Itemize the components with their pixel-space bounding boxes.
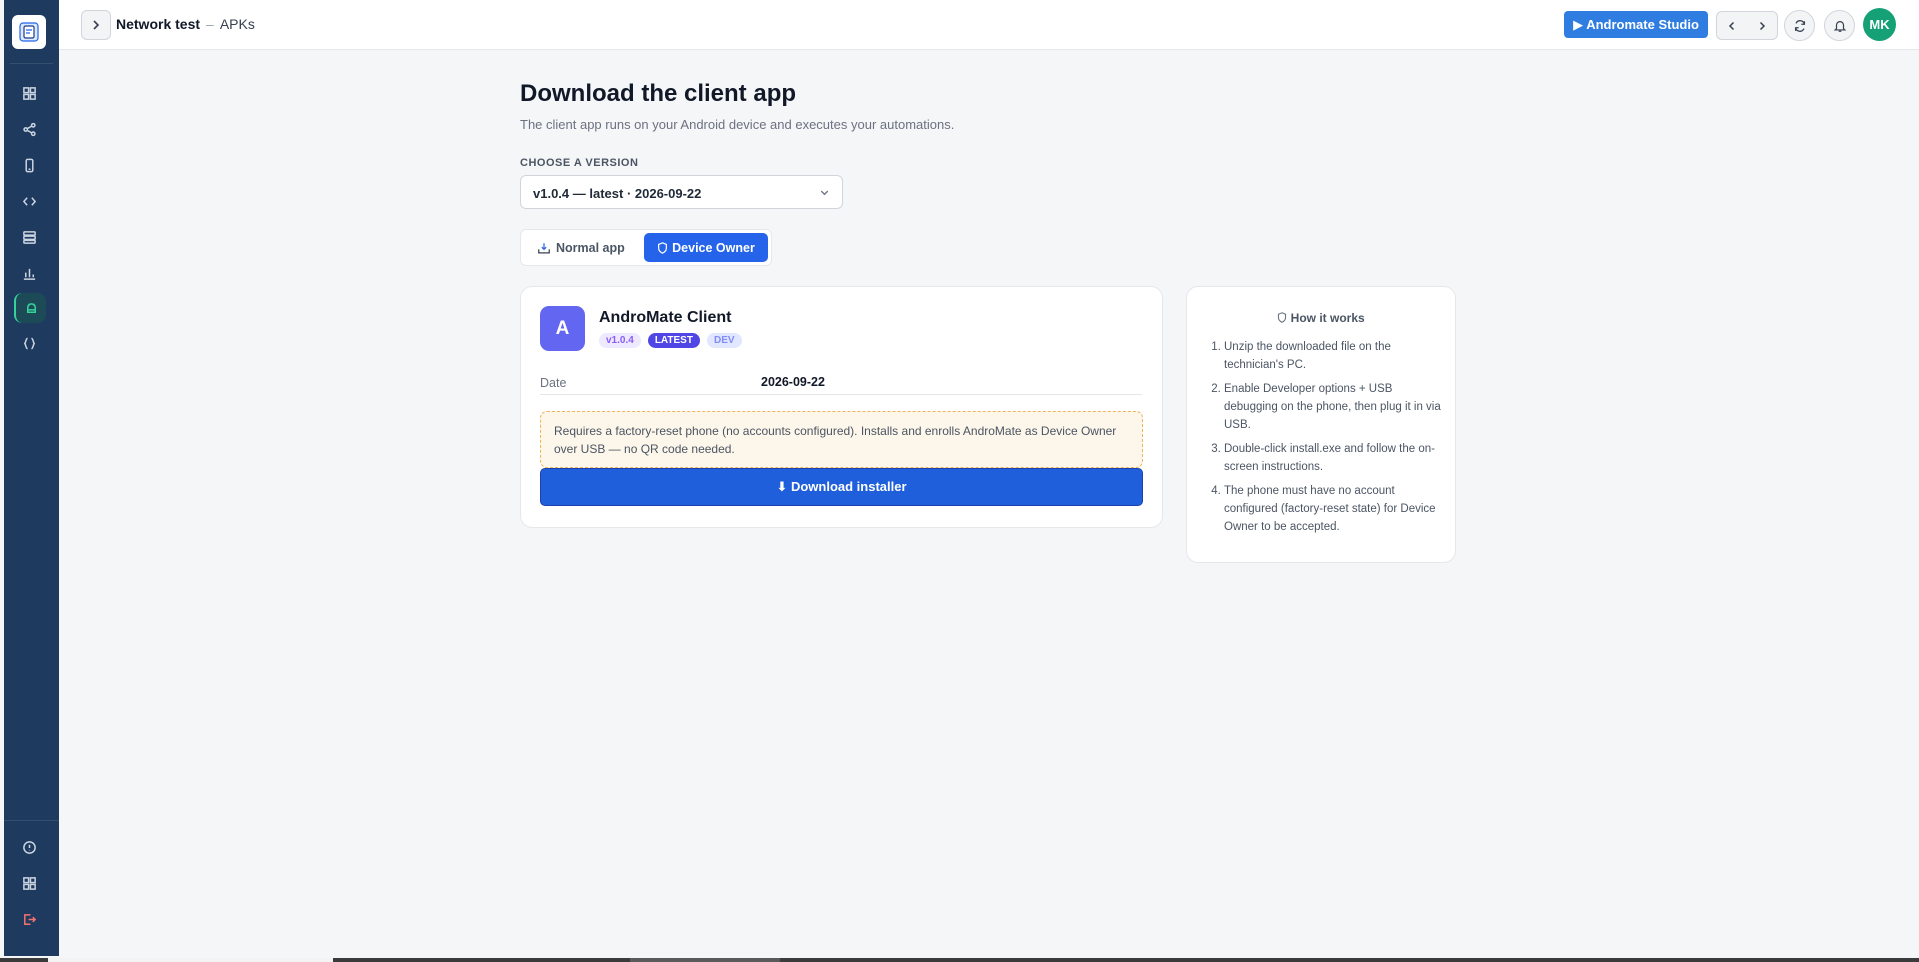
download-tray-icon	[538, 242, 550, 253]
date-label: Date	[540, 376, 567, 390]
chevron-down-icon	[820, 190, 829, 196]
list-item: The phone must have no account configure…	[1224, 482, 1446, 536]
android-icon	[26, 302, 36, 313]
tab-device-owner[interactable]: Device Owner	[644, 233, 768, 262]
back-button[interactable]	[1717, 12, 1747, 39]
tab-normal-app-label: Normal app	[556, 241, 625, 255]
app-icon: A	[540, 306, 585, 351]
factory-reset-warning: Requires a factory-reset phone (no accou…	[540, 411, 1143, 468]
chevron-right-icon	[1759, 21, 1766, 30]
forward-button[interactable]	[1747, 12, 1777, 39]
logo-icon	[19, 22, 39, 42]
logout-icon	[23, 913, 36, 925]
bell-icon	[1833, 20, 1846, 32]
app-badges: v1.0.4 LATEST DEV	[599, 333, 742, 348]
top-bar: Network test – APKs ▶ Andromate Studio MK	[59, 0, 1919, 50]
app-name: AndroMate Client	[599, 309, 732, 326]
app-logo[interactable]	[12, 15, 46, 49]
list-item: Enable Developer options + USB debugging…	[1224, 380, 1446, 434]
taskbar-strip	[0, 958, 1919, 962]
version-select-value: v1.0.4 — latest · 2026-09-22	[533, 186, 702, 201]
sidebar-toggle-button[interactable]	[81, 10, 111, 40]
sidebar-item-code[interactable]	[14, 186, 44, 216]
breadcrumb-project[interactable]: Network test	[116, 16, 200, 32]
app-window: Network test – APKs ▶ Andromate Studio MK …	[0, 0, 1919, 958]
info-circle-icon	[22, 840, 36, 854]
history-nav-group	[1716, 11, 1778, 40]
user-avatar[interactable]: MK	[1863, 8, 1896, 41]
version-badge: v1.0.4	[599, 333, 641, 348]
dashboard-icon	[22, 86, 36, 100]
page-title: Download the client app	[520, 80, 797, 107]
taskbar-segment	[48, 958, 333, 962]
install-mode-toggle: Normal app Device Owner	[520, 229, 772, 266]
chevron-right-icon	[93, 20, 100, 30]
bar-chart-icon	[23, 268, 35, 280]
braces-icon	[23, 337, 35, 349]
version-select[interactable]: v1.0.4 — latest · 2026-09-22	[520, 175, 843, 209]
date-row: Date 2026-09-22	[540, 372, 1142, 395]
breadcrumb-page: APKs	[219, 16, 255, 32]
sidebar	[4, 0, 59, 956]
sidebar-item-devices[interactable]	[14, 150, 44, 180]
how-it-works-title-text: How it works	[1290, 311, 1365, 325]
share-icon	[22, 122, 36, 136]
breadcrumb-separator: –	[206, 16, 214, 32]
shield-icon	[658, 241, 668, 254]
taskbar-segment	[630, 958, 780, 962]
latest-badge: LATEST	[647, 333, 700, 348]
page-subtitle: The client app runs on your Android devi…	[520, 117, 955, 132]
sidebar-item-dashboard[interactable]	[14, 78, 44, 108]
how-it-works-title: How it works	[1187, 311, 1455, 325]
sidebar-item-apps[interactable]	[14, 868, 44, 898]
chevron-left-icon	[1728, 21, 1735, 30]
grid-icon	[22, 876, 36, 890]
sidebar-item-json[interactable]	[14, 328, 44, 358]
breadcrumb: Network test – APKs	[116, 16, 255, 32]
sidebar-item-storage[interactable]	[14, 222, 44, 252]
version-label: CHOOSE A VERSION	[520, 157, 639, 169]
list-item: Double-click install.exe and follow the …	[1224, 440, 1446, 476]
sidebar-divider	[10, 63, 53, 64]
tab-normal-app[interactable]: Normal app	[537, 241, 625, 255]
sidebar-item-analytics[interactable]	[14, 258, 44, 288]
notifications-button[interactable]	[1824, 10, 1855, 41]
how-it-works-steps: Unzip the downloaded file on the technic…	[1210, 332, 1446, 536]
storage-icon	[22, 230, 36, 244]
sidebar-item-help[interactable]	[14, 832, 44, 862]
sidebar-item-logout[interactable]	[14, 904, 44, 934]
client-app-card: A AndroMate Client v1.0.4 LATEST DEV Dat…	[520, 286, 1163, 528]
refresh-icon	[1794, 19, 1805, 32]
dev-badge: DEV	[706, 333, 742, 348]
tab-device-owner-label: Device Owner	[672, 240, 755, 255]
how-it-works-card: How it works Unzip the downloaded file o…	[1186, 286, 1456, 563]
code-icon	[22, 196, 36, 206]
sidebar-bottom-divider	[4, 820, 59, 821]
shield-icon	[1278, 312, 1287, 323]
sidebar-item-apks[interactable]	[14, 293, 46, 323]
andromate-studio-button[interactable]: ▶ Andromate Studio	[1564, 11, 1708, 38]
date-value: 2026-09-22	[761, 375, 825, 389]
refresh-button[interactable]	[1784, 10, 1815, 41]
sidebar-item-share[interactable]	[14, 114, 44, 144]
download-installer-button[interactable]: ⬇ Download installer	[540, 468, 1143, 506]
list-item: Unzip the downloaded file on the technic…	[1224, 338, 1446, 374]
phone-icon	[24, 158, 34, 172]
